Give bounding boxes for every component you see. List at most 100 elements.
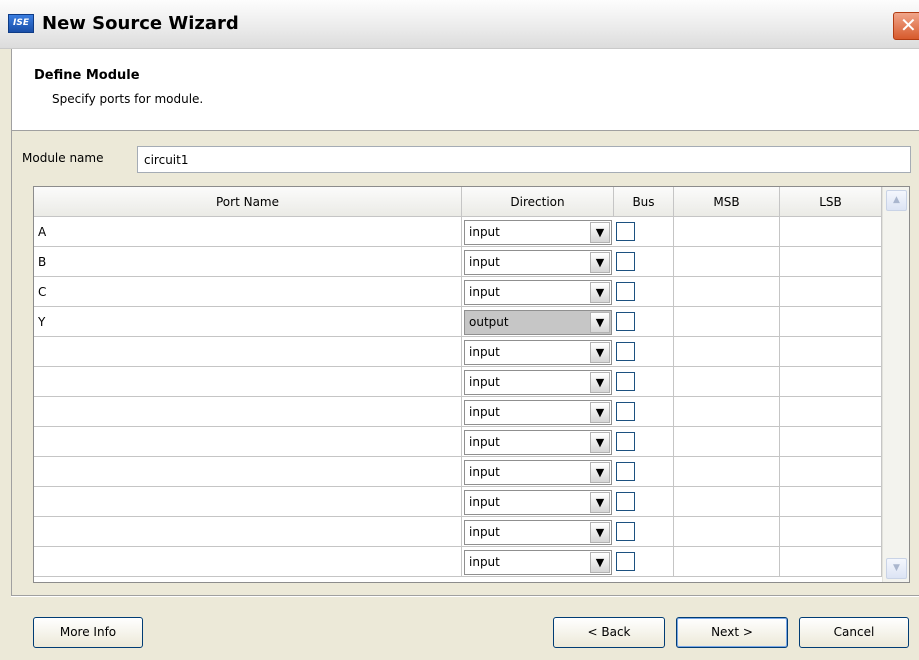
- bus-checkbox[interactable]: [616, 552, 635, 571]
- lsb-cell[interactable]: [780, 367, 882, 397]
- bus-checkbox[interactable]: [616, 342, 635, 361]
- bus-checkbox[interactable]: [616, 372, 635, 391]
- direction-select[interactable]: input ▼: [464, 280, 612, 305]
- direction-value: input: [469, 285, 500, 299]
- direction-value: input: [469, 225, 500, 239]
- msb-cell[interactable]: [674, 487, 780, 517]
- table-row: Binput ▼: [34, 247, 882, 277]
- port-name-cell[interactable]: [34, 397, 462, 427]
- port-name-cell[interactable]: [34, 487, 462, 517]
- bus-checkbox[interactable]: [616, 402, 635, 421]
- msb-cell[interactable]: [674, 457, 780, 487]
- chevron-down-icon[interactable]: ▼: [590, 402, 610, 423]
- bus-checkbox[interactable]: [616, 282, 635, 301]
- port-name-cell[interactable]: [34, 367, 462, 397]
- port-name-cell[interactable]: [34, 517, 462, 547]
- direction-value: input: [469, 405, 500, 419]
- port-name-cell[interactable]: [34, 427, 462, 457]
- port-name-cell[interactable]: [34, 337, 462, 367]
- bus-checkbox[interactable]: [616, 492, 635, 511]
- vertical-scrollbar[interactable]: ▲ ▼: [882, 187, 909, 582]
- lsb-cell[interactable]: [780, 307, 882, 337]
- msb-cell[interactable]: [674, 277, 780, 307]
- direction-value: input: [469, 435, 500, 449]
- lsb-cell[interactable]: [780, 277, 882, 307]
- bus-checkbox[interactable]: [616, 222, 635, 241]
- port-name-cell[interactable]: C: [34, 277, 462, 307]
- next-button[interactable]: Next >: [676, 617, 788, 648]
- msb-cell[interactable]: [674, 217, 780, 247]
- direction-value: input: [469, 255, 500, 269]
- bus-checkbox[interactable]: [616, 522, 635, 541]
- more-info-button[interactable]: More Info: [33, 617, 143, 648]
- port-name-cell[interactable]: A: [34, 217, 462, 247]
- direction-value: output: [469, 315, 509, 329]
- page-title: Define Module: [34, 68, 140, 83]
- chevron-down-icon[interactable]: ▼: [590, 222, 610, 243]
- cancel-button[interactable]: Cancel: [799, 617, 909, 648]
- msb-cell[interactable]: [674, 247, 780, 277]
- chevron-down-icon[interactable]: ▼: [590, 342, 610, 363]
- direction-select[interactable]: output ▼: [464, 310, 612, 335]
- direction-select[interactable]: input ▼: [464, 490, 612, 515]
- lsb-cell[interactable]: [780, 247, 882, 277]
- port-name-cell[interactable]: Y: [34, 307, 462, 337]
- msb-cell[interactable]: [674, 307, 780, 337]
- lsb-cell[interactable]: [780, 217, 882, 247]
- lsb-cell[interactable]: [780, 427, 882, 457]
- direction-select[interactable]: input ▼: [464, 400, 612, 425]
- direction-select[interactable]: input ▼: [464, 250, 612, 275]
- bus-checkbox[interactable]: [616, 312, 635, 331]
- direction-select[interactable]: input ▼: [464, 220, 612, 245]
- chevron-down-icon[interactable]: ▼: [590, 372, 610, 393]
- chevron-down-icon[interactable]: ▼: [590, 252, 610, 273]
- port-name-cell[interactable]: [34, 547, 462, 577]
- chevron-down-icon[interactable]: ▼: [590, 282, 610, 303]
- direction-select[interactable]: input ▼: [464, 370, 612, 395]
- port-name-cell[interactable]: B: [34, 247, 462, 277]
- port-name-cell[interactable]: [34, 457, 462, 487]
- chevron-down-icon[interactable]: ▼: [590, 492, 610, 513]
- lsb-cell[interactable]: [780, 517, 882, 547]
- bus-checkbox[interactable]: [616, 462, 635, 481]
- direction-select[interactable]: input ▼: [464, 550, 612, 575]
- chevron-down-icon[interactable]: ▼: [590, 552, 610, 573]
- bus-cell: [614, 217, 674, 247]
- direction-value: input: [469, 375, 500, 389]
- module-name-input[interactable]: [137, 146, 911, 173]
- msb-cell[interactable]: [674, 367, 780, 397]
- bus-checkbox[interactable]: [616, 432, 635, 451]
- bus-checkbox[interactable]: [616, 252, 635, 271]
- lsb-cell[interactable]: [780, 397, 882, 427]
- scroll-down-arrow-icon[interactable]: ▼: [886, 558, 907, 579]
- direction-cell: input ▼: [462, 247, 614, 277]
- close-icon[interactable]: ✕: [893, 12, 919, 40]
- back-button[interactable]: < Back: [553, 617, 665, 648]
- direction-select[interactable]: input ▼: [464, 340, 612, 365]
- lsb-cell[interactable]: [780, 547, 882, 577]
- chevron-down-icon[interactable]: ▼: [590, 522, 610, 543]
- msb-cell[interactable]: [674, 547, 780, 577]
- column-header-bus: Bus: [614, 187, 674, 217]
- msb-cell[interactable]: [674, 427, 780, 457]
- direction-select[interactable]: input ▼: [464, 460, 612, 485]
- chevron-down-icon[interactable]: ▼: [590, 432, 610, 453]
- lsb-cell[interactable]: [780, 487, 882, 517]
- lsb-cell[interactable]: [780, 457, 882, 487]
- bus-cell: [614, 277, 674, 307]
- msb-cell[interactable]: [674, 397, 780, 427]
- direction-select[interactable]: input ▼: [464, 430, 612, 455]
- direction-value: input: [469, 495, 500, 509]
- table-row: input ▼: [34, 547, 882, 577]
- module-name-label: Module name: [22, 151, 104, 165]
- lsb-cell[interactable]: [780, 337, 882, 367]
- scroll-up-arrow-icon[interactable]: ▲: [886, 190, 907, 211]
- direction-select[interactable]: input ▼: [464, 520, 612, 545]
- chevron-down-icon[interactable]: ▼: [590, 462, 610, 483]
- ports-table: Port Name Direction Bus MSB LSB Ainput ▼ B…: [33, 186, 910, 583]
- msb-cell[interactable]: [674, 517, 780, 547]
- column-header-direction: Direction: [462, 187, 614, 217]
- chevron-down-icon[interactable]: ▼: [590, 312, 610, 333]
- msb-cell[interactable]: [674, 337, 780, 367]
- direction-cell: input ▼: [462, 427, 614, 457]
